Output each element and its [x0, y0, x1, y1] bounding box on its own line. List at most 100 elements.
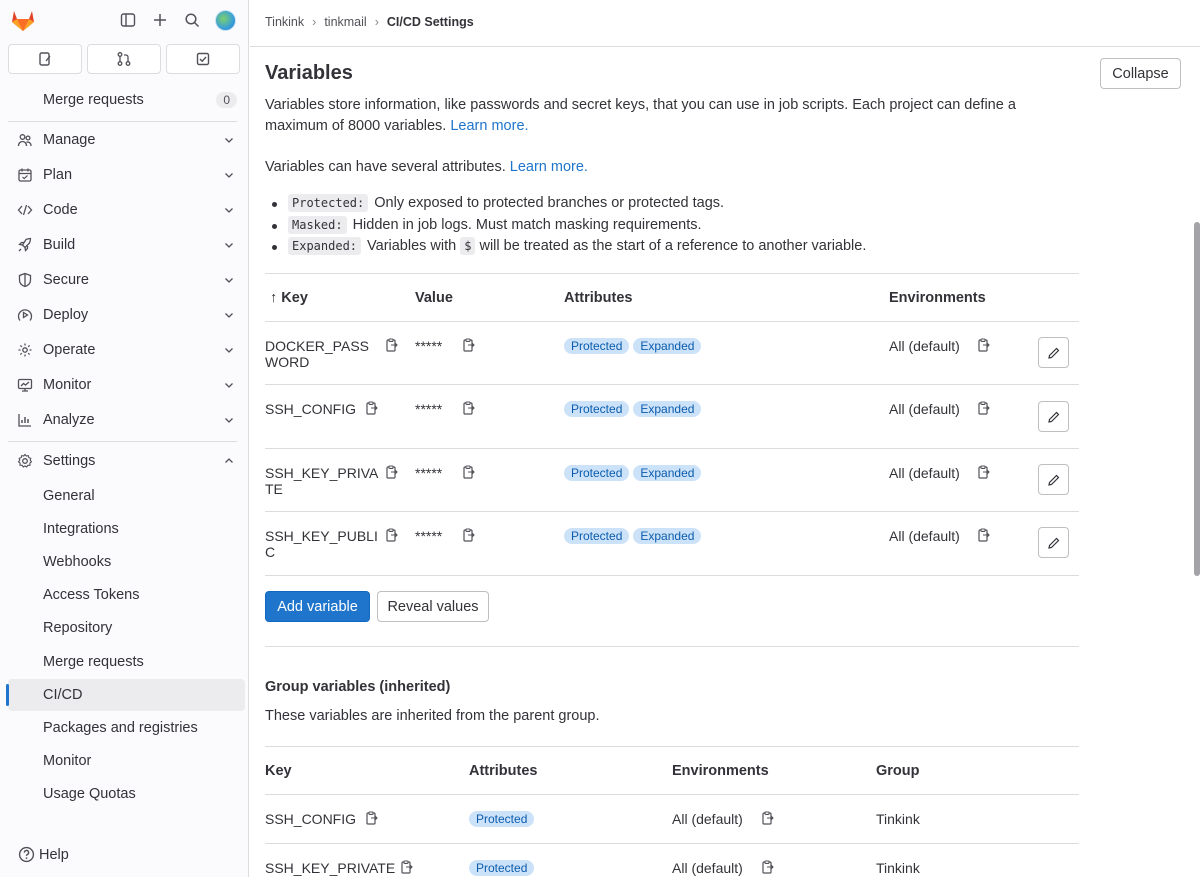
issues-tab[interactable]: [8, 44, 82, 74]
chevron-down-icon: [222, 343, 236, 357]
sidebar-item-merge-requests[interactable]: Merge requests 0: [8, 84, 245, 116]
expanded-badge: Expanded: [633, 338, 702, 354]
sidebar-item-label: Operate: [43, 342, 96, 358]
copy-icon[interactable]: [976, 528, 990, 543]
sidebar-item-secure[interactable]: Secure: [8, 264, 245, 296]
plus-icon[interactable]: [151, 11, 169, 29]
protected-badge: Protected: [564, 465, 630, 481]
sidebar-subitem-merge-requests[interactable]: Merge requests: [8, 646, 245, 678]
column-header-environments: Environments: [889, 290, 986, 306]
group-link[interactable]: Tinkink: [876, 860, 920, 876]
attribute-badges: Protected Expanded: [564, 465, 702, 481]
breadcrumb-group[interactable]: Tinkink: [265, 15, 304, 29]
copy-icon[interactable]: [364, 811, 378, 826]
copy-icon[interactable]: [461, 465, 475, 480]
table-row-border: [265, 511, 1079, 512]
sidebar-item-deploy[interactable]: Deploy: [8, 299, 245, 331]
add-variable-button[interactable]: Add variable: [265, 591, 370, 622]
sidebar-item-build[interactable]: Build: [8, 229, 245, 261]
sidebar-subitem-integrations[interactable]: Integrations: [8, 513, 245, 545]
copy-icon[interactable]: [384, 338, 398, 353]
merge-requests-tab[interactable]: [87, 44, 161, 74]
protected-badge: Protected: [564, 338, 630, 354]
collapse-button[interactable]: Collapse: [1100, 58, 1181, 89]
sidebar-subitem-webhooks[interactable]: Webhooks: [8, 546, 245, 578]
attribute-badges: Protected Expanded: [564, 528, 702, 544]
breadcrumb-project[interactable]: tinkmail: [324, 15, 366, 29]
avatar[interactable]: [215, 9, 236, 31]
learn-more-link[interactable]: Learn more.: [510, 159, 588, 175]
attribute-badges: Protected: [469, 811, 535, 827]
group-variable-key: SSH_CONFIG: [265, 811, 357, 827]
column-header-group: Group: [876, 763, 920, 779]
sidebar-subitem-access-tokens[interactable]: Access Tokens: [8, 579, 245, 611]
description-text: maximum of 8000 variables.: [265, 118, 447, 134]
search-icon[interactable]: [183, 11, 201, 29]
sidebar-subitem-repository[interactable]: Repository: [8, 612, 245, 644]
sidebar-subitem-monitor[interactable]: Monitor: [8, 745, 245, 777]
bullet-protected: Protected: Only exposed to protected bra…: [271, 194, 724, 212]
copy-icon[interactable]: [384, 528, 398, 543]
sidebar-item-manage[interactable]: Manage: [8, 124, 245, 156]
edit-variable-button[interactable]: [1038, 464, 1069, 495]
sidebar-subitem-cicd[interactable]: CI/CD: [6, 679, 245, 711]
copy-icon[interactable]: [976, 401, 990, 416]
copy-icon[interactable]: [976, 465, 990, 480]
sidebar-item-analyze[interactable]: Analyze: [8, 404, 245, 436]
key-line: SSH_CONFIG: [265, 401, 357, 417]
copy-icon[interactable]: [760, 860, 774, 875]
variable-value: *****: [415, 401, 443, 417]
help-link[interactable]: Help: [18, 846, 69, 863]
breadcrumb-chevron-icon: ›: [312, 15, 317, 29]
code-snippet: Expanded:: [288, 237, 362, 255]
environment-value: All (default): [672, 860, 743, 876]
sidebar-subitem-usage-quotas[interactable]: Usage Quotas: [8, 778, 245, 810]
copy-icon[interactable]: [976, 338, 990, 353]
copy-icon[interactable]: [399, 860, 413, 875]
code-snippet: Protected:: [288, 194, 369, 212]
sidebar-item-label: Webhooks: [43, 554, 112, 570]
table-row-border: [265, 575, 1079, 576]
scrollbar[interactable]: [1194, 222, 1200, 576]
copy-icon[interactable]: [760, 811, 774, 826]
edit-variable-button[interactable]: [1038, 401, 1069, 432]
breadcrumb-current[interactable]: CI/CD Settings: [387, 15, 474, 29]
sidebar-item-label: Plan: [43, 167, 73, 183]
divider: [8, 441, 237, 442]
sidebar-item-label: Deploy: [43, 307, 89, 323]
users-icon: [16, 131, 34, 149]
copy-icon[interactable]: [384, 465, 398, 480]
sidebar-item-operate[interactable]: Operate: [8, 334, 245, 366]
toggle-sidebar-icon[interactable]: [119, 11, 137, 29]
header-divider: [250, 46, 1200, 47]
group-variables-title: Group variables (inherited): [265, 679, 451, 695]
sidebar-item-plan[interactable]: Plan: [8, 159, 245, 191]
expanded-badge: Expanded: [633, 465, 702, 481]
learn-more-link[interactable]: Learn more.: [450, 118, 528, 134]
sidebar-subitem-packages[interactable]: Packages and registries: [8, 712, 245, 744]
variable-key: DOCKER_PASS WORD: [265, 338, 369, 370]
copy-icon[interactable]: [461, 338, 475, 353]
table-row-border: [265, 843, 1079, 844]
gitlab-logo-icon[interactable]: [10, 7, 36, 33]
sidebar-item-settings[interactable]: Settings: [8, 445, 245, 477]
sidebar-item-code[interactable]: Code: [8, 194, 245, 226]
code-snippet: $: [460, 237, 476, 255]
group-link[interactable]: Tinkink: [876, 811, 920, 827]
edit-variable-button[interactable]: [1038, 337, 1069, 368]
sidebar-item-label: Merge requests: [43, 92, 144, 108]
copy-icon[interactable]: [364, 401, 378, 416]
copy-icon[interactable]: [461, 528, 475, 543]
todos-icon: [196, 52, 210, 66]
column-header-key[interactable]: ↑ Key: [270, 290, 308, 306]
edit-variable-button[interactable]: [1038, 527, 1069, 558]
copy-icon[interactable]: [461, 401, 475, 416]
sidebar-subitem-general[interactable]: General: [8, 480, 245, 512]
reveal-values-button[interactable]: Reveal values: [377, 591, 489, 622]
chevron-down-icon: [222, 413, 236, 427]
variable-value: *****: [415, 465, 443, 481]
pencil-icon: [1047, 537, 1059, 549]
sidebar-item-monitor[interactable]: Monitor: [8, 369, 245, 401]
todos-tab[interactable]: [166, 44, 240, 74]
key-line: WORD: [265, 354, 310, 370]
